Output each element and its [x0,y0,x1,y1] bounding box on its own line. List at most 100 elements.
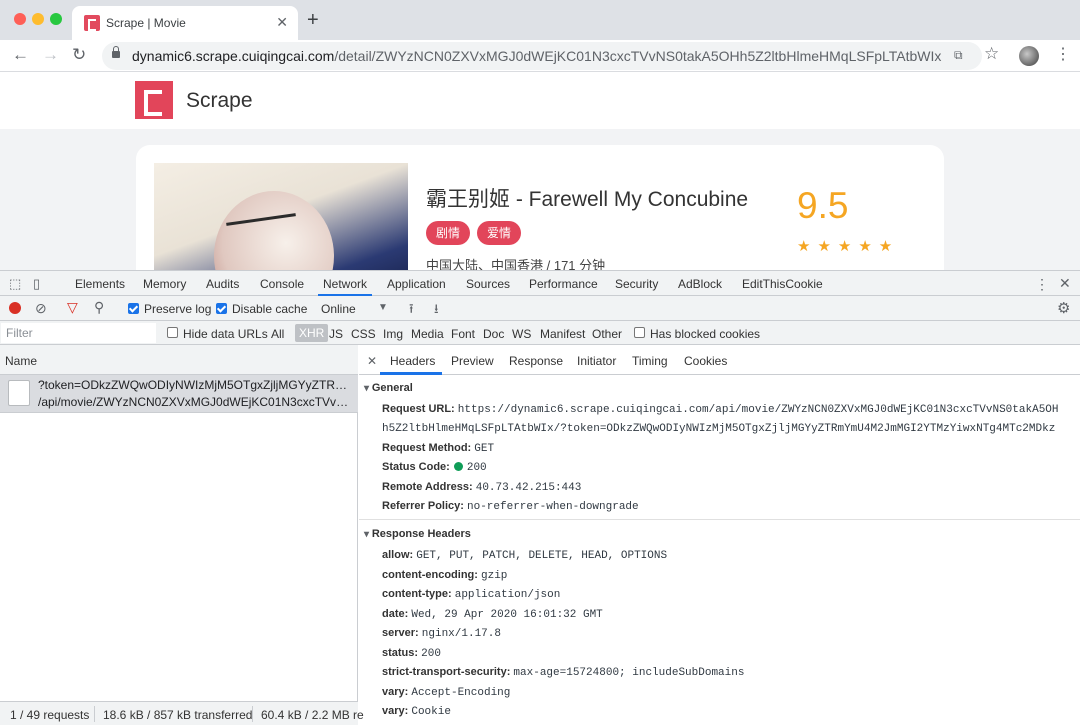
preserve-log-label[interactable]: Preserve log [144,302,211,316]
request-url-value-continued[interactable]: h5Z2ltbHlmeHMqLSFpLTAtbWIx/?token=ODkzZW… [382,423,1055,435]
device-toolbar-icon[interactable]: ▯ [33,276,40,292]
site-brand[interactable]: Scrape [186,89,253,113]
header-key: vary: [382,705,409,717]
header-value[interactable]: Accept-Encoding [411,687,510,699]
tab-security[interactable]: Security [615,277,658,291]
export-har-icon[interactable]: ⭳ [434,300,439,322]
browser-tab[interactable]: Scrape | Movie ✕ [72,6,298,40]
movie-title[interactable]: 霸王别姬 - Farewell My Concubine [426,183,748,213]
name-column-header[interactable]: Name [0,345,358,375]
translate-icon[interactable]: ⧉ [954,48,963,63]
new-tab-icon[interactable]: + [307,9,319,32]
filter-type-css[interactable]: CSS [351,327,376,341]
tab-editthiscookie[interactable]: EditThisCookie [742,277,823,291]
tab-application[interactable]: Application [387,277,446,291]
header-value[interactable]: 200 [421,648,441,660]
response-headers-section-toggle[interactable]: Response Headers [364,528,471,540]
browser-menu-icon[interactable]: ⋮ [1055,44,1071,64]
movie-poster[interactable] [154,163,408,271]
filter-type-other[interactable]: Other [592,327,622,341]
bookmark-star-icon[interactable]: ☆ [984,44,999,64]
tab-console[interactable]: Console [260,277,304,291]
record-icon[interactable] [9,302,21,314]
scrape-logo-icon[interactable] [135,81,173,119]
response-header-row: vary: Accept-Encoding [382,686,510,699]
inspect-element-icon[interactable]: ⬚ [9,276,21,292]
tab-response[interactable]: Response [509,354,563,368]
forward-icon[interactable]: → [42,45,59,65]
import-har-icon[interactable]: ⭱ [409,300,414,322]
header-value[interactable]: application/json [455,589,561,601]
devtools-close-icon[interactable]: ✕ [1059,275,1071,292]
close-window-icon[interactable] [14,13,26,25]
chevron-down-icon[interactable]: ▼ [378,302,388,313]
tab-performance[interactable]: Performance [529,277,598,291]
tag-romance[interactable]: 爱情 [477,221,522,245]
header-key: server: [382,627,419,639]
tab-preview[interactable]: Preview [451,354,494,368]
header-value[interactable]: GET, PUT, PATCH, DELETE, HEAD, OPTIONS [416,550,667,562]
tab-initiator[interactable]: Initiator [577,354,616,368]
header-value[interactable]: Cookie [411,706,451,718]
disable-cache-checkbox[interactable] [216,303,227,314]
tab-adblock[interactable]: AdBlock [678,277,722,291]
filter-icon[interactable]: ▽ [67,299,78,316]
filter-type-manifest[interactable]: Manifest [540,327,585,341]
tab-headers[interactable]: Headers [390,354,435,368]
header-value[interactable]: nginx/1.17.8 [422,628,501,640]
filter-input[interactable]: Filter [1,323,156,343]
back-icon[interactable]: ← [12,45,29,65]
tab-network[interactable]: Network [323,277,367,291]
tab-close-icon[interactable]: ✕ [276,14,288,31]
response-header-row: vary: Cookie [382,705,451,718]
profile-avatar[interactable] [1019,46,1039,66]
filter-type-doc[interactable]: Doc [483,327,504,341]
devtools-menu-icon[interactable]: ⋮ [1035,276,1049,293]
detail-close-icon[interactable]: ✕ [367,354,377,368]
minimize-window-icon[interactable] [32,13,44,25]
request-method-value[interactable]: GET [474,443,494,455]
tag-drama[interactable]: 剧情 [426,221,471,245]
tab-timing[interactable]: Timing [632,354,668,368]
tab-audits[interactable]: Audits [206,277,239,291]
status-code-value[interactable]: 200 [467,462,487,474]
address-bar[interactable]: dynamic6.scrape.cuiqingcai.com/detail/ZW… [102,42,982,70]
filter-type-js[interactable]: JS [329,327,343,341]
tab-cookies[interactable]: Cookies [684,354,727,368]
search-icon[interactable]: ⚲ [94,299,104,316]
request-url-value[interactable]: https://dynamic6.scrape.cuiqingcai.com/a… [458,404,1059,416]
url-text[interactable]: dynamic6.scrape.cuiqingcai.com/detail/ZW… [132,48,941,64]
throttle-select[interactable]: Online [321,302,356,316]
filter-type-img[interactable]: Img [383,327,403,341]
reload-icon[interactable]: ↻ [72,45,86,65]
tab-memory[interactable]: Memory [143,277,186,291]
hide-data-urls-checkbox[interactable] [167,327,178,338]
referrer-policy-value[interactable]: no-referrer-when-downgrade [467,501,639,513]
request-name[interactable]: ?token=ODkzZWQwODIyNWIzMjM5OTgxZjljMGYyZ… [38,378,354,392]
header-value[interactable]: gzip [481,570,507,582]
tab-elements[interactable]: Elements [75,277,125,291]
general-section-toggle[interactable]: General [364,382,413,394]
request-url-row-continued: h5Z2ltbHlmeHMqLSFpLTAtbWIx/?token=ODkzZW… [382,422,1055,435]
maximize-window-icon[interactable] [50,13,62,25]
filter-type-font[interactable]: Font [451,327,475,341]
filter-type-xhr[interactable]: XHR [295,324,329,342]
gear-icon[interactable]: ⚙ [1057,299,1070,317]
filter-type-all[interactable]: All [271,327,284,341]
response-header-row: content-type: application/json [382,588,560,601]
header-value[interactable]: Wed, 29 Apr 2020 16:01:32 GMT [411,609,602,621]
request-row[interactable]: ?token=ODkzZWQwODIyNWIzMjM5OTgxZjljMGYyZ… [0,375,358,413]
blocked-cookies-checkbox[interactable] [634,327,645,338]
hide-data-urls-label[interactable]: Hide data URLs [183,327,268,341]
filter-type-ws[interactable]: WS [512,327,531,341]
status-code-row: Status Code: 200 [382,461,487,474]
header-value[interactable]: max-age=15724800; includeSubDomains [513,667,744,679]
blocked-cookies-label[interactable]: Has blocked cookies [650,327,760,341]
request-path[interactable]: /api/movie/ZWYzNCN0ZXVxMGJ0dWEjKC01N3cxc… [38,395,354,409]
disable-cache-label[interactable]: Disable cache [232,302,307,316]
tab-sources[interactable]: Sources [466,277,510,291]
remote-address-value[interactable]: 40.73.42.215:443 [476,482,582,494]
preserve-log-checkbox[interactable] [128,303,139,314]
clear-icon[interactable]: ⊘ [35,300,47,317]
filter-type-media[interactable]: Media [411,327,444,341]
